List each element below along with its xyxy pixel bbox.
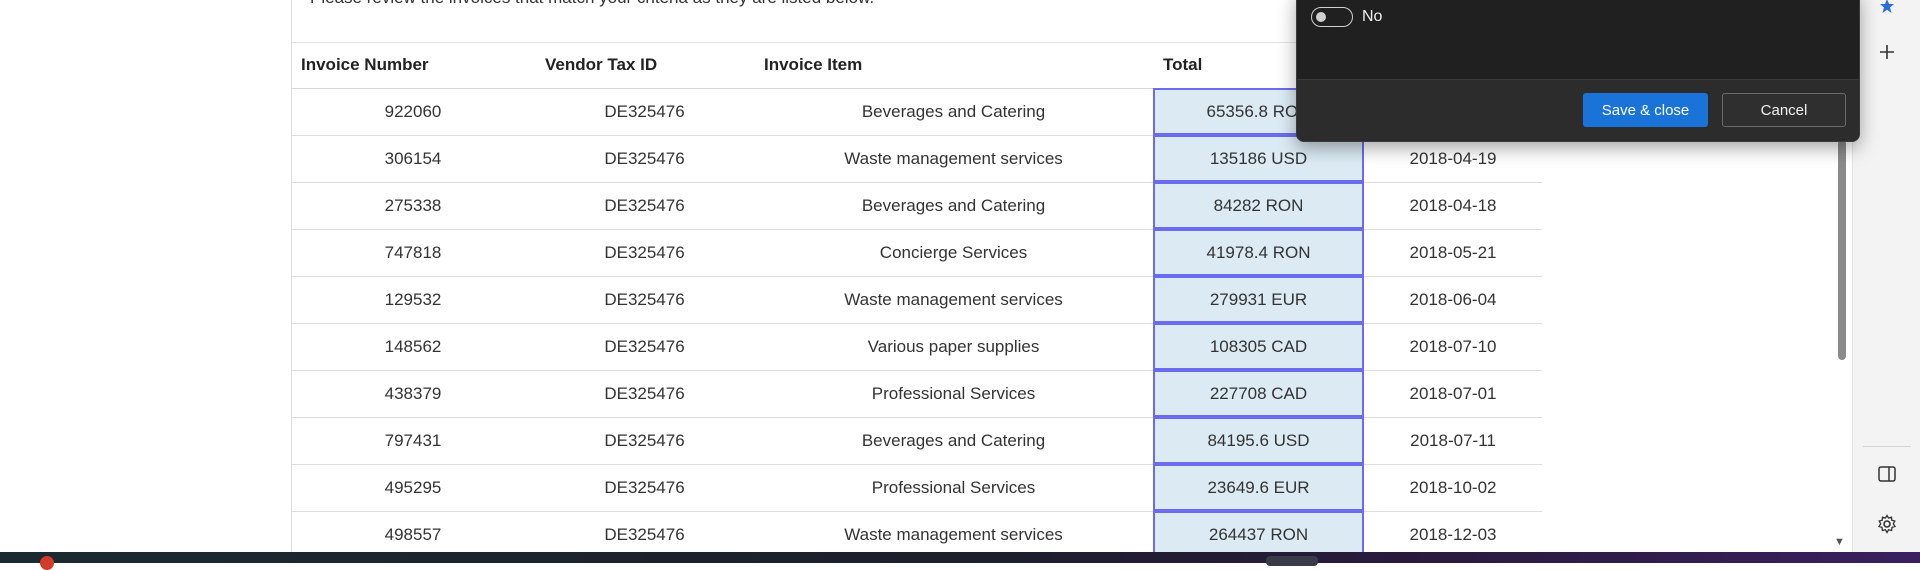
edit-dialog: No Save & close Cancel [1296,0,1860,142]
browser-sidebar [1852,0,1920,552]
taskbar [0,552,1920,563]
add-icon[interactable] [1873,38,1901,66]
table-row[interactable]: 498557 DE325476 Waste management services 2… [291,511,1542,552]
vendor-tax-id-cell: DE325476 [535,88,754,136]
total-cell[interactable]: 279931 EUR [1153,276,1364,324]
vendor-tax-id-cell: DE325476 [535,276,754,324]
date-cell: 2018-12-03 [1364,511,1542,552]
invoice-item-cell: Waste management services [754,276,1153,324]
total-cell[interactable]: 23649.6 EUR [1153,464,1364,512]
invoice-number-cell: 148562 [291,323,535,371]
invoice-number-cell: 129532 [291,276,535,324]
taskbar-active-indicator [1266,556,1318,566]
total-cell[interactable]: 227708 CAD [1153,370,1364,418]
settings-icon[interactable] [1873,510,1901,538]
column-header[interactable]: Invoice Number [291,42,535,89]
table-row[interactable]: 129532 DE325476 Waste management services 2… [291,276,1542,324]
invoice-item-cell: Beverages and Catering [754,182,1153,230]
split-view-icon[interactable] [1873,460,1901,488]
invoice-item-cell: Beverages and Catering [754,417,1153,465]
total-cell[interactable]: 264437 RON [1153,511,1364,552]
invoice-number-cell: 747818 [291,229,535,277]
date-cell: 2018-10-02 [1364,464,1542,512]
intro-text: Please review the invoices that match yo… [310,0,874,8]
date-cell: 2018-07-01 [1364,370,1542,418]
dialog-body: No [1297,0,1859,79]
vendor-tax-id-cell: DE325476 [535,135,754,183]
toggle-knob [1316,11,1326,22]
table-row[interactable]: 148562 DE325476 Various paper supplies 1083… [291,323,1542,371]
date-cell: 2018-05-21 [1364,229,1542,277]
scroll-down-arrow-icon[interactable]: ▼ [1834,536,1845,548]
vendor-tax-id-cell: DE325476 [535,464,754,512]
invoice-item-cell: Waste management services [754,135,1153,183]
date-cell: 2018-07-10 [1364,323,1542,371]
toggle-label: No [1362,8,1383,25]
table-body: 922060 DE325476 Beverages and Catering 6535… [291,88,1542,552]
total-cell[interactable]: 84282 RON [1153,182,1364,230]
invoice-number-cell: 498557 [291,511,535,552]
invoice-item-cell: Beverages and Catering [754,88,1153,136]
invoice-item-cell: Professional Services [754,464,1153,512]
vendor-tax-id-cell: DE325476 [535,182,754,230]
invoice-item-cell: Waste management services [754,511,1153,552]
invoice-number-cell: 306154 [291,135,535,183]
invoice-number-cell: 495295 [291,464,535,512]
dialog-footer: Save & close Cancel [1297,79,1859,141]
invoice-number-cell: 797431 [291,417,535,465]
total-cell[interactable]: 135186 USD [1153,135,1364,183]
table-row[interactable]: 747818 DE325476 Concierge Services 41978.4 … [291,229,1542,277]
invoice-item-cell: Professional Services [754,370,1153,418]
no-toggle-switch[interactable] [1311,7,1353,27]
cancel-button[interactable]: Cancel [1722,93,1846,127]
invoice-item-cell: Various paper supplies [754,323,1153,371]
table-row[interactable]: 306154 DE325476 Waste management services 1… [291,135,1542,183]
table-row[interactable]: 275338 DE325476 Beverages and Catering 8428… [291,182,1542,230]
vendor-tax-id-cell: DE325476 [535,511,754,552]
scrollbar-thumb[interactable] [1838,140,1846,360]
column-header[interactable]: Vendor Tax ID [535,42,754,89]
vendor-tax-id-cell: DE325476 [535,323,754,371]
save-close-button[interactable]: Save & close [1583,93,1708,127]
taskbar-app-icon[interactable] [40,556,54,570]
invoice-number-cell: 922060 [291,88,535,136]
date-cell: 2018-04-18 [1364,182,1542,230]
total-cell[interactable]: 84195.6 USD [1153,417,1364,465]
invoice-number-cell: 275338 [291,182,535,230]
vendor-tax-id-cell: DE325476 [535,229,754,277]
table-row[interactable]: 438379 DE325476 Professional Services 22770… [291,370,1542,418]
total-cell[interactable]: 41978.4 RON [1153,229,1364,277]
invoice-number-cell: 438379 [291,370,535,418]
vendor-tax-id-cell: DE325476 [535,417,754,465]
total-cell[interactable]: 108305 CAD [1153,323,1364,371]
date-cell: 2018-06-04 [1364,276,1542,324]
vendor-tax-id-cell: DE325476 [535,370,754,418]
date-cell: 2018-04-19 [1364,135,1542,183]
table-row[interactable]: 495295 DE325476 Professional Services 23649… [291,464,1542,512]
invoice-item-cell: Concierge Services [754,229,1153,277]
table-row[interactable]: 797431 DE325476 Beverages and Catering 8419… [291,417,1542,465]
favorite-icon[interactable] [1873,0,1901,20]
date-cell: 2018-07-11 [1364,417,1542,465]
sidebar-divider [1863,446,1911,447]
column-header[interactable]: Invoice Item [754,42,1153,89]
